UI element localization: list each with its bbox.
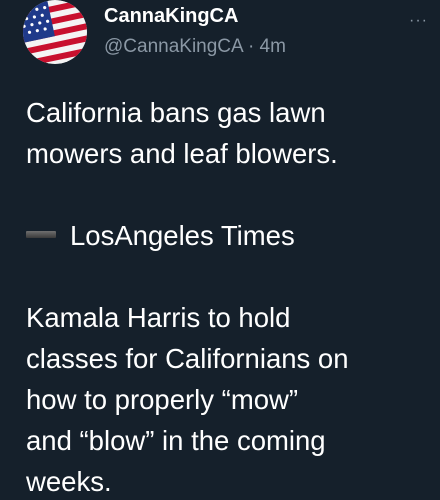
text-line: classes for Californians on [26, 343, 349, 374]
tweet-paragraph-2: LosAngeles Times [26, 215, 426, 256]
text-line: how to properly “mow” [26, 384, 299, 415]
text-line: and “blow” in the coming [26, 425, 326, 456]
timestamp[interactable]: 4m [260, 36, 286, 57]
more-horizontal-icon[interactable]: ··· [409, 12, 428, 30]
text-line: weeks. [26, 466, 112, 497]
tweet-meta: @CannaKingCA · 4m [104, 37, 286, 56]
text-line: California bans gas lawn [26, 97, 326, 128]
us-flag-icon [23, 0, 87, 64]
avatar[interactable] [22, 0, 88, 64]
handle[interactable]: @CannaKingCA [104, 36, 243, 57]
text-line: mowers and leaf blowers. [26, 138, 338, 169]
black-dash-icon [26, 231, 56, 238]
tweet: CannaKingCA @CannaKingCA · 4m ··· Califo… [0, 0, 440, 500]
text-line: LosAngeles Times [70, 220, 295, 251]
tweet-paragraph-3: Kamala Harris to hold classes for Califo… [26, 297, 426, 500]
tweet-text: California bans gas lawn mowers and leaf… [26, 92, 426, 500]
text-line: Kamala Harris to hold [26, 302, 291, 333]
display-name[interactable]: CannaKingCA [104, 6, 286, 26]
user-info: CannaKingCA @CannaKingCA · 4m [104, 6, 286, 56]
meta-separator: · [247, 36, 255, 57]
tweet-paragraph-1: California bans gas lawn mowers and leaf… [26, 92, 426, 174]
